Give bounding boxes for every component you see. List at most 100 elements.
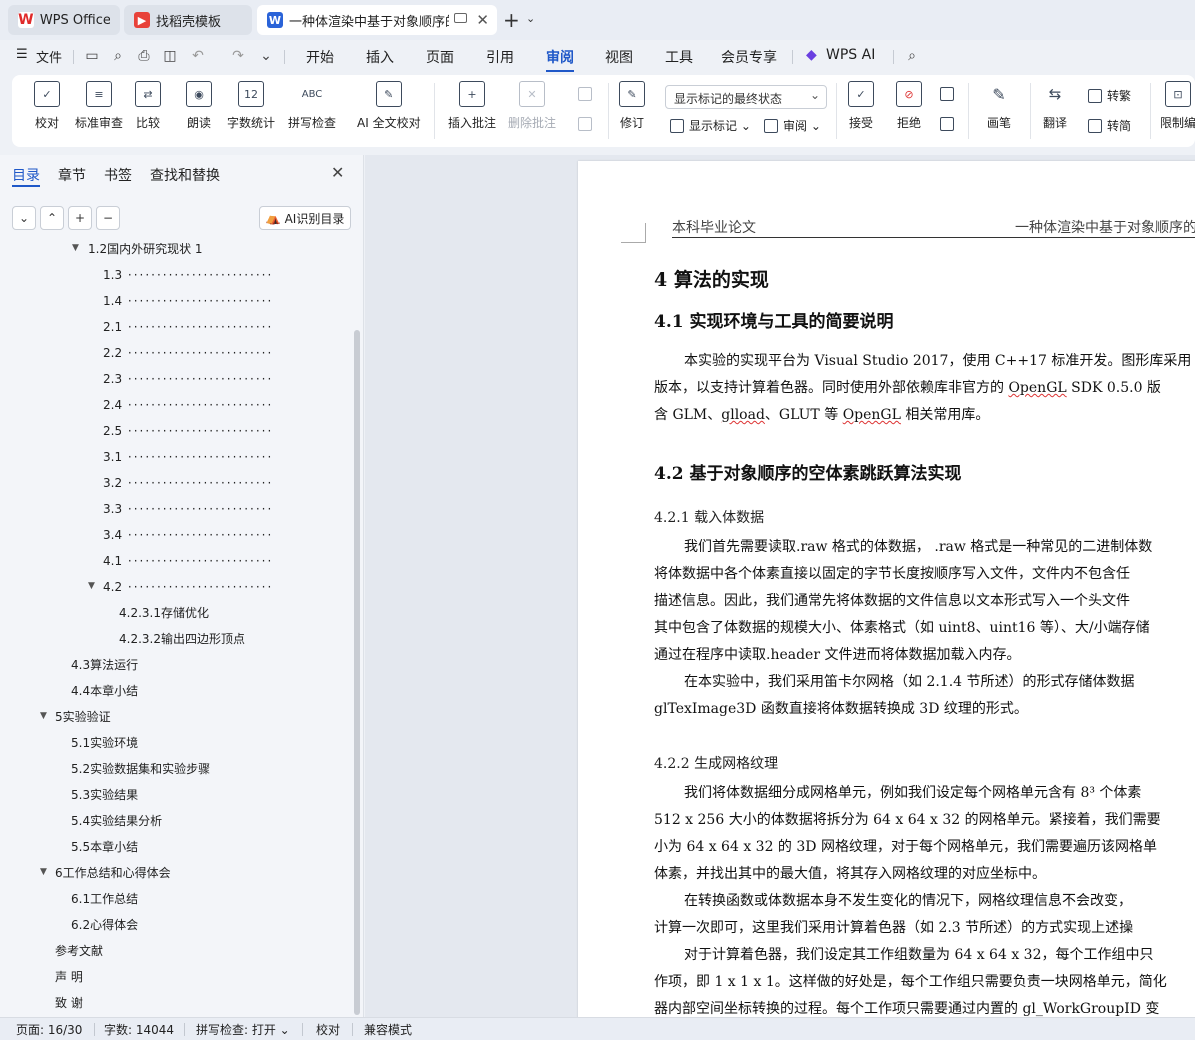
- spell-check-button[interactable]: ABC 拼写检查: [288, 81, 336, 131]
- menu-page[interactable]: 页面: [426, 47, 454, 67]
- toc-item[interactable]: 2.2 ·························: [103, 344, 273, 362]
- toc-item[interactable]: 3.3 ·························: [103, 500, 273, 518]
- insert-comment-button[interactable]: + 插入批注: [448, 81, 496, 131]
- ai-proofread-button[interactable]: ✎ AI 全文校对: [357, 81, 421, 131]
- toc-item[interactable]: 4.1 ·························: [103, 552, 273, 570]
- toc-item[interactable]: 2.1 ·························: [103, 318, 273, 336]
- to-simplified-button[interactable]: 转简: [1088, 117, 1131, 134]
- review-pane-button[interactable]: 审阅 ⌄: [764, 117, 821, 134]
- toc-item[interactable]: 4.2.3.1存储优化: [119, 604, 209, 622]
- proofread-button[interactable]: ✓ 校对: [34, 81, 60, 131]
- toc-item[interactable]: 致 谢: [55, 994, 83, 1012]
- undo-icon[interactable]: ↶: [190, 48, 206, 64]
- toc-item[interactable]: 2.5 ·························: [103, 422, 273, 440]
- to-traditional-button[interactable]: 转繁: [1088, 87, 1131, 104]
- translate-button[interactable]: ⇆ 翻译: [1042, 81, 1068, 131]
- toc-scrollbar[interactable]: [354, 330, 360, 1015]
- read-aloud-button[interactable]: ◉ 朗读: [186, 81, 212, 131]
- menu-wps-ai[interactable]: WPS AI: [826, 47, 875, 63]
- toc-item[interactable]: 4.4本章小结: [71, 682, 138, 700]
- toc-item[interactable]: 6.1工作总结: [71, 890, 138, 908]
- toc-item[interactable]: 3.4 ·························: [103, 526, 273, 544]
- expand-down-button[interactable]: ⌄: [12, 206, 36, 230]
- status-word-count[interactable]: 字数: 14044: [104, 1021, 174, 1038]
- tab-bookmarks[interactable]: 书签: [104, 165, 132, 185]
- toc-item[interactable]: 5.1实验环境: [71, 734, 138, 752]
- word-count-button[interactable]: 12 字数统计: [227, 81, 275, 131]
- menu-insert[interactable]: 插入: [366, 47, 394, 67]
- tab-wps-office[interactable]: W WPS Office: [8, 5, 120, 35]
- toc-item[interactable]: 参考文献: [55, 942, 103, 960]
- document-page[interactable]: 本科毕业论文 一种体渲染中基于对象顺序的 4 算法的实现 4.1 实现环境与工具…: [578, 161, 1195, 1017]
- ai-detect-toc-button[interactable]: ⛺ AI识别目录: [259, 206, 351, 230]
- next-comment-icon[interactable]: [578, 117, 597, 131]
- tab-toc[interactable]: 目录: [12, 165, 40, 185]
- more-chevron-icon[interactable]: ⌄: [258, 48, 274, 64]
- toc-item[interactable]: 4.2 ·························: [103, 578, 273, 596]
- tab-current-document[interactable]: W 一种体渲染中基于对象顺序的 ✕: [257, 5, 497, 35]
- reject-button[interactable]: ⊘ 拒绝: [896, 81, 922, 131]
- menu-home[interactable]: 开始: [306, 47, 334, 67]
- next-change-icon[interactable]: [940, 117, 959, 131]
- prev-change-icon[interactable]: [940, 87, 959, 101]
- show-markup-button[interactable]: 显示标记 ⌄: [670, 117, 751, 134]
- toc-item[interactable]: 2.3 ·························: [103, 370, 273, 388]
- menu-member[interactable]: 会员专享: [721, 47, 777, 67]
- toc-item[interactable]: 3.1 ·························: [103, 448, 273, 466]
- cloud-icon[interactable]: ⌕: [110, 48, 126, 64]
- toc-item[interactable]: 6.2心得体会: [71, 916, 138, 934]
- track-changes-button[interactable]: ✎ 修订: [619, 81, 645, 131]
- status-spell-check[interactable]: 拼写检查: 打开 ⌄: [196, 1021, 290, 1038]
- redo-icon[interactable]: ↷: [230, 48, 246, 64]
- save-icon[interactable]: ▭: [84, 48, 100, 64]
- expand-arrow-icon[interactable]: ▼: [72, 243, 79, 253]
- monitor-icon[interactable]: [454, 13, 467, 23]
- toc-item[interactable]: 声 明: [55, 968, 83, 986]
- toc-item[interactable]: 5实验验证: [55, 708, 111, 726]
- print-icon[interactable]: ⎙: [136, 48, 152, 64]
- tab-chapters[interactable]: 章节: [58, 165, 86, 185]
- menu-tools[interactable]: 工具: [665, 47, 693, 67]
- tab-find-replace[interactable]: 查找和替换: [150, 165, 220, 185]
- delete-comment-button[interactable]: ✕ 删除批注: [508, 81, 556, 131]
- toc-item[interactable]: 5.3实验结果: [71, 786, 138, 804]
- menu-review[interactable]: 审阅: [546, 47, 574, 67]
- close-tab-icon[interactable]: ✕: [476, 11, 489, 29]
- toc-item[interactable]: 5.5本章小结: [71, 838, 138, 856]
- status-proofread[interactable]: 校对: [316, 1021, 340, 1038]
- print-preview-icon[interactable]: ◫: [162, 48, 178, 64]
- toc-item[interactable]: 1.4 ·························: [103, 292, 273, 310]
- remove-toc-item-button[interactable]: −: [96, 206, 120, 230]
- menu-file[interactable]: 文件: [36, 47, 62, 66]
- expand-arrow-icon[interactable]: ▼: [40, 711, 47, 721]
- menu-view[interactable]: 视图: [605, 47, 633, 67]
- prev-comment-icon[interactable]: [578, 87, 597, 101]
- toc-item[interactable]: 5.4实验结果分析: [71, 812, 162, 830]
- pen-button[interactable]: ✎ 画笔: [986, 81, 1012, 131]
- expand-arrow-icon[interactable]: ▼: [88, 581, 95, 591]
- toc-item[interactable]: 1.3 ·························: [103, 266, 273, 284]
- collapse-up-button[interactable]: ⌃: [40, 206, 64, 230]
- add-toc-item-button[interactable]: +: [68, 206, 92, 230]
- markup-state-dropdown[interactable]: 显示标记的最终状态 ⌄: [665, 85, 827, 109]
- standard-review-button[interactable]: ≡ 标准审查: [75, 81, 123, 131]
- accept-button[interactable]: ✓ 接受: [848, 81, 874, 131]
- toc-item[interactable]: 6工作总结和心得体会: [55, 864, 171, 882]
- new-tab-plus-icon[interactable]: +: [503, 8, 520, 32]
- toc-item[interactable]: 3.2 ·························: [103, 474, 273, 492]
- restrict-editing-button[interactable]: ⊡ 限制编: [1160, 81, 1195, 131]
- close-pane-icon[interactable]: ✕: [331, 163, 344, 182]
- status-page[interactable]: 页面: 16/30: [16, 1021, 82, 1038]
- toc-item[interactable]: 5.2实验数据集和实验步骤: [71, 760, 210, 778]
- hamburger-menu-icon[interactable]: ☰: [16, 47, 28, 62]
- toc-item[interactable]: 2.4 ·························: [103, 396, 273, 414]
- toc-item[interactable]: 1.2国内外研究现状 1: [88, 243, 203, 258]
- compare-button[interactable]: ⇄ 比较: [135, 81, 161, 131]
- menu-references[interactable]: 引用: [486, 47, 514, 67]
- expand-arrow-icon[interactable]: ▼: [40, 867, 47, 877]
- toc-item[interactable]: 4.2.3.2输出四边形顶点: [119, 630, 245, 648]
- toc-item[interactable]: 4.3算法运行: [71, 656, 138, 674]
- search-icon[interactable]: ⌕: [904, 48, 920, 64]
- tab-docer-templates[interactable]: ▶ 找稻壳模板: [124, 5, 252, 35]
- chevron-down-icon[interactable]: ⌄: [526, 12, 535, 25]
